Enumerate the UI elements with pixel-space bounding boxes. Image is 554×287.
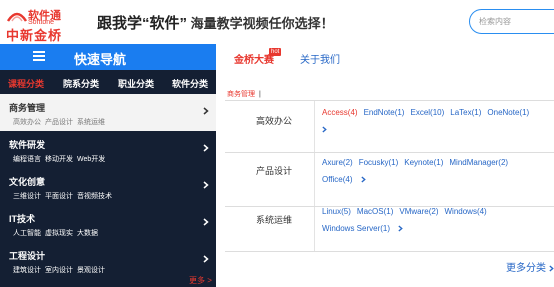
category-link[interactable]: 三维设计 bbox=[13, 193, 41, 200]
category-group-culture[interactable]: 文化创意 三维设计 平面设计 音视频技术 bbox=[0, 168, 216, 205]
section-links: Linux(5) MacOS(1) VMware(2) Windows(4) Wind… bbox=[322, 203, 552, 237]
category-sidebar: 课程分类 院系分类 职业分类 软件分类 商务管理 高效办公 产品设计 系统运维 软件… bbox=[0, 70, 216, 287]
category-link[interactable]: 大数据 bbox=[77, 230, 98, 237]
software-link[interactable]: Windows Server(1) bbox=[322, 224, 390, 233]
software-link[interactable]: VMware(2) bbox=[399, 207, 438, 216]
category-links: 高效办公 产品设计 系统运维 bbox=[13, 117, 109, 127]
chevron-right-icon[interactable] bbox=[398, 225, 404, 232]
category-link[interactable]: 人工智能 bbox=[13, 230, 41, 237]
section-links: Access(4) EndNote(1) Excel(10) LaTex(1) OneN… bbox=[322, 104, 552, 138]
software-link[interactable]: Linux(5) bbox=[322, 207, 351, 216]
menu-icon bbox=[33, 51, 45, 62]
software-link[interactable]: Access(4) bbox=[322, 108, 358, 117]
chevron-right-icon bbox=[203, 218, 209, 226]
chevron-right-icon bbox=[203, 255, 209, 263]
chevron-right-icon bbox=[203, 144, 209, 152]
section-label: 系统运维 bbox=[256, 215, 293, 225]
divider bbox=[225, 152, 554, 153]
quick-nav-title: 快速导航 bbox=[74, 52, 127, 67]
category-link[interactable]: Web开发 bbox=[77, 156, 105, 163]
divider bbox=[314, 153, 315, 206]
software-link[interactable]: Windows(4) bbox=[444, 207, 486, 216]
category-title: 文化创意 bbox=[9, 177, 46, 187]
site-logo[interactable]: 软件通 Softtone 中新金桥 bbox=[6, 5, 80, 43]
divider bbox=[225, 251, 554, 252]
logo-mark-icon bbox=[6, 12, 28, 22]
category-links: 人工智能 虚拟现实 大数据 bbox=[13, 228, 102, 238]
chevron-right-icon[interactable] bbox=[322, 126, 327, 133]
hot-badge: hot bbox=[269, 48, 282, 56]
chevron-right-icon bbox=[203, 181, 209, 189]
category-link[interactable]: 移动开发 bbox=[45, 156, 73, 163]
tab-software-category[interactable]: 软件分类 bbox=[172, 77, 208, 90]
category-group-it-tech[interactable]: IT技术 人工智能 虚拟现实 大数据 bbox=[0, 205, 216, 242]
software-link[interactable]: Focusky(1) bbox=[359, 158, 399, 167]
header: 软件通 Softtone 中新金桥 跟我学“软件” 海量教学视频任你选择！ 检索… bbox=[0, 0, 554, 44]
chevron-right-icon[interactable] bbox=[361, 176, 366, 183]
category-group-business[interactable]: 商务管理 高效办公 产品设计 系统运维 bbox=[0, 94, 216, 131]
slogan-main: 跟我学“软件” bbox=[97, 15, 188, 32]
tab-career-category[interactable]: 职业分类 bbox=[118, 77, 154, 90]
more-categories-link[interactable]: 更多分类 bbox=[506, 259, 554, 274]
category-title: 软件研发 bbox=[9, 140, 46, 150]
category-group-software-dev[interactable]: 软件研发 编程语言 移动开发 Web开发 bbox=[0, 131, 216, 168]
software-link[interactable]: MacOS(1) bbox=[357, 207, 393, 216]
category-link[interactable]: 室内设计 bbox=[45, 267, 73, 274]
top-nav: 快速导航 金桥大赛 hot 关于我们 bbox=[0, 44, 554, 70]
category-group-engineering[interactable]: 工程设计 建筑设计 室内设计 景观设计 bbox=[0, 242, 216, 279]
category-link[interactable]: 虚拟现实 bbox=[45, 230, 73, 237]
category-link[interactable]: 景观设计 bbox=[77, 267, 105, 274]
section-links: Axure(2) Focusky(1) Keynote(1) MindManager(… bbox=[322, 154, 552, 188]
more-categories-label: 更多分类 bbox=[506, 263, 546, 274]
tab-course-category[interactable]: 课程分类 bbox=[8, 77, 44, 90]
category-link[interactable]: 平面设计 bbox=[45, 193, 73, 200]
category-links: 三维设计 平面设计 音视频技术 bbox=[13, 191, 116, 201]
chevron-right-icon bbox=[203, 107, 209, 115]
tab-about-us[interactable]: 关于我们 bbox=[300, 51, 340, 66]
divider bbox=[314, 101, 315, 152]
section-label: 产品设计 bbox=[256, 166, 293, 176]
category-link[interactable]: 音视频技术 bbox=[77, 193, 112, 200]
software-link[interactable]: OneNote(1) bbox=[487, 108, 529, 117]
software-link[interactable]: EndNote(1) bbox=[364, 108, 405, 117]
software-link[interactable]: Keynote(1) bbox=[404, 158, 443, 167]
header-slogan: 跟我学“软件” 海量教学视频任你选择！ bbox=[97, 12, 334, 33]
slogan-rest: 海量教学视频任你选择！ bbox=[187, 16, 334, 31]
software-link[interactable]: LaTex(1) bbox=[450, 108, 481, 117]
sidebar-more-link[interactable]: 更多 > bbox=[189, 275, 212, 286]
tab-department-category[interactable]: 院系分类 bbox=[63, 77, 99, 90]
software-link[interactable]: Office(4) bbox=[322, 175, 353, 184]
divider bbox=[314, 207, 315, 251]
category-link[interactable]: 系统运维 bbox=[77, 119, 105, 126]
software-link[interactable]: Excel(10) bbox=[410, 108, 444, 117]
category-link[interactable]: 高效办公 bbox=[13, 119, 41, 126]
section-label: 高效办公 bbox=[256, 116, 293, 126]
software-link[interactable]: Axure(2) bbox=[322, 158, 353, 167]
tab-competition[interactable]: 金桥大赛 bbox=[234, 51, 274, 66]
logo-cn-text: 中新金桥 bbox=[6, 28, 63, 43]
category-link[interactable]: 建筑设计 bbox=[13, 267, 41, 274]
breadcrumb-separator: | bbox=[259, 91, 261, 98]
software-link[interactable]: MindManager(2) bbox=[449, 158, 508, 167]
category-title: IT技术 bbox=[9, 214, 35, 224]
category-title: 商务管理 bbox=[9, 103, 46, 113]
search-input[interactable]: 检索内容 bbox=[469, 9, 554, 34]
category-links: 编程语言 移动开发 Web开发 bbox=[13, 154, 109, 164]
category-tabs: 课程分类 院系分类 职业分类 软件分类 bbox=[0, 70, 216, 93]
breadcrumb: 商务管理 | bbox=[227, 89, 261, 99]
chevron-right-icon bbox=[549, 265, 554, 272]
category-title: 工程设计 bbox=[9, 251, 46, 261]
category-link[interactable]: 编程语言 bbox=[13, 156, 41, 163]
breadcrumb-current: 商务管理 bbox=[227, 91, 255, 98]
category-link[interactable]: 产品设计 bbox=[45, 119, 73, 126]
category-links: 建筑设计 室内设计 景观设计 bbox=[13, 265, 109, 275]
category-panel: 商务管理 | 高效办公 Access(4) EndNote(1) Excel(10) L… bbox=[216, 70, 554, 287]
divider bbox=[225, 100, 554, 101]
search-placeholder: 检索内容 bbox=[479, 17, 511, 26]
quick-nav-header[interactable]: 快速导航 bbox=[0, 44, 216, 70]
